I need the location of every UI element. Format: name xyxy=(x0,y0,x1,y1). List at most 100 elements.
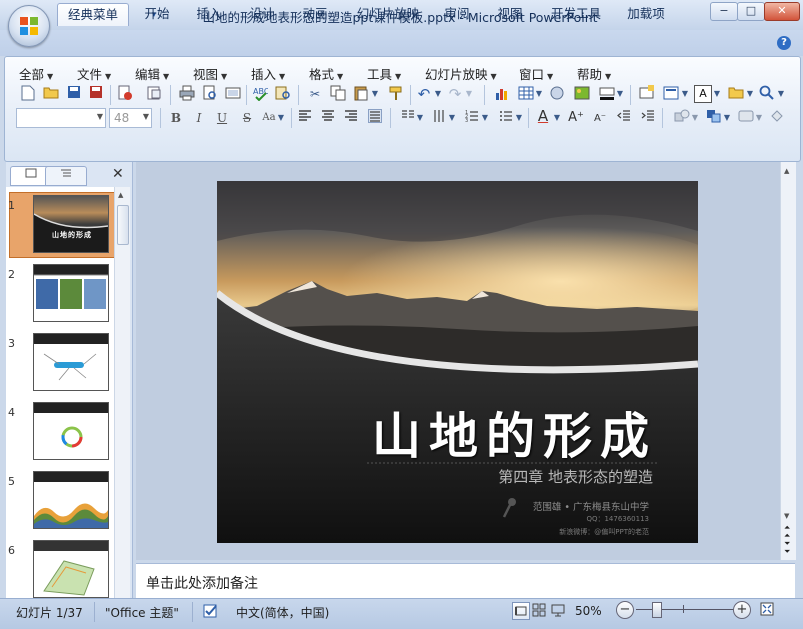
shrink-font-icon[interactable]: A⁻ xyxy=(591,110,609,128)
decrease-indent-icon[interactable] xyxy=(615,109,633,127)
menu-tools[interactable]: 工具 ▼ xyxy=(367,64,401,82)
slide-thumbnail-2[interactable] xyxy=(33,264,109,322)
chevron-down-icon[interactable]: ▼ xyxy=(415,109,425,127)
tab-developer[interactable]: 开发工具 xyxy=(545,3,607,25)
chevron-down-icon[interactable]: ▼ xyxy=(680,85,690,103)
language-status[interactable]: 中文(简体，中国) xyxy=(236,604,329,621)
line-color-icon[interactable] xyxy=(598,85,616,103)
tab-review[interactable]: 审阅 xyxy=(436,3,478,25)
shadow-icon[interactable]: S xyxy=(238,109,256,127)
menu-window[interactable]: 窗口 ▼ xyxy=(519,64,553,82)
font-color-icon[interactable]: A xyxy=(534,107,552,125)
slide-sorter-icon[interactable] xyxy=(531,602,547,618)
theme-status[interactable]: "Office 主题" xyxy=(105,604,179,621)
zoom-level[interactable]: 50% xyxy=(575,604,602,618)
spell-check-icon[interactable] xyxy=(203,603,219,619)
scroll-up-icon[interactable]: ▲ xyxy=(784,167,789,175)
save-toolbar-icon[interactable] xyxy=(65,85,83,103)
chevron-down-icon[interactable]: ▼ xyxy=(754,109,764,127)
print-icon[interactable] xyxy=(178,85,196,103)
menu-help[interactable]: 帮助 ▼ xyxy=(577,64,611,82)
chevron-down-icon[interactable]: ▼ xyxy=(690,109,700,127)
new-slide-icon[interactable] xyxy=(638,85,656,103)
chevron-down-icon[interactable]: ▼ xyxy=(776,85,786,103)
menu-file[interactable]: 文件 ▼ xyxy=(77,64,111,82)
align-center-icon[interactable] xyxy=(319,109,337,127)
chevron-down-icon[interactable]: ▼ xyxy=(745,85,755,103)
quick-styles-icon[interactable] xyxy=(737,109,755,127)
zoom-slider-thumb[interactable] xyxy=(652,602,662,618)
justify-icon[interactable] xyxy=(366,109,384,127)
font-size-combo[interactable]: 48 ▼ xyxy=(109,108,152,128)
close-button[interactable]: ✕ xyxy=(764,2,800,21)
underline-icon[interactable]: U xyxy=(213,109,231,127)
scroll-up-icon[interactable]: ▲ xyxy=(118,191,123,199)
outline-tab[interactable] xyxy=(45,166,87,186)
arrange-icon[interactable] xyxy=(705,109,723,127)
scroll-down-icon[interactable]: ▼ xyxy=(784,512,789,520)
close-panel-icon[interactable]: ✕ xyxy=(112,166,124,182)
thumbnail-scrollbar[interactable]: ▲ xyxy=(114,187,130,599)
numbering-icon[interactable]: 123 xyxy=(463,109,481,127)
slideshow-view-icon[interactable] xyxy=(550,602,566,618)
chevron-down-icon[interactable]: ▼ xyxy=(722,109,732,127)
new-file-icon[interactable] xyxy=(19,85,37,103)
save-as-icon[interactable] xyxy=(88,85,106,103)
chevron-down-icon[interactable]: ▼ xyxy=(464,85,474,103)
bold-icon[interactable]: B xyxy=(167,109,185,127)
menu-format[interactable]: 格式 ▼ xyxy=(309,64,343,82)
fit-to-window-icon[interactable] xyxy=(760,602,774,616)
format-painter-icon[interactable] xyxy=(387,85,405,103)
chevron-down-icon[interactable]: ▼ xyxy=(615,85,625,103)
current-slide[interactable]: 山地的形成 第四章 地表形态的塑造 范围雄 • 广东梅县东山中学 QQ：1476… xyxy=(217,181,698,543)
undo-toolbar-icon[interactable]: ↶ xyxy=(415,85,433,103)
italic-icon[interactable]: I xyxy=(190,109,208,127)
insert-picture-icon[interactable] xyxy=(573,85,591,103)
permission-icon[interactable] xyxy=(116,85,134,103)
slide-scrollbar[interactable]: ▲ ▼ ⏶ ⏶ ⏷ ⏷ xyxy=(780,162,796,560)
tab-slideshow[interactable]: 幻灯片放映 xyxy=(352,3,424,25)
insert-object-icon[interactable] xyxy=(548,85,566,103)
slide-subtitle[interactable]: 第四章 地表形态的塑造 xyxy=(427,466,653,487)
page-setup-icon[interactable] xyxy=(224,85,242,103)
grow-font-icon[interactable]: A⁺ xyxy=(567,109,585,127)
notes-pane[interactable]: 单击此处添加备注 xyxy=(136,563,795,599)
chevron-down-icon[interactable]: ▼ xyxy=(433,85,443,103)
slide-thumbnail-4[interactable] xyxy=(33,402,109,460)
print-preview-icon[interactable] xyxy=(201,85,219,103)
slide-thumbnail-1[interactable]: 山地的形成 xyxy=(33,195,109,253)
chevron-down-icon[interactable]: ▼ xyxy=(534,85,544,103)
minimize-button[interactable]: − xyxy=(710,2,738,21)
copy-icon[interactable] xyxy=(329,85,347,103)
insert-table-icon[interactable] xyxy=(517,85,535,103)
align-right-icon[interactable] xyxy=(342,109,360,127)
bullets-icon[interactable] xyxy=(497,109,515,127)
office-button[interactable] xyxy=(8,5,50,47)
research-icon[interactable] xyxy=(274,85,292,103)
text-box-icon[interactable]: A xyxy=(694,85,712,103)
chevron-down-icon[interactable]: ▼ xyxy=(370,85,380,103)
shapes-icon[interactable] xyxy=(673,109,691,127)
zoom-in-icon[interactable]: + xyxy=(733,601,751,619)
normal-view-icon[interactable] xyxy=(512,602,530,620)
zoom-slider-track[interactable] xyxy=(636,609,734,610)
paste-icon[interactable] xyxy=(352,85,370,103)
spelling-icon[interactable]: ABC xyxy=(251,85,270,103)
slide-layout-icon[interactable] xyxy=(662,85,680,103)
chevron-down-icon[interactable]: ▼ xyxy=(712,85,722,103)
align-left-icon[interactable] xyxy=(296,109,314,127)
tab-classic-menu[interactable]: 经典菜单 xyxy=(57,3,129,26)
insert-chart-icon[interactable] xyxy=(493,85,511,103)
next-slide-icon[interactable]: ⏷ ⏷ xyxy=(784,540,790,556)
tab-view[interactable]: 视图 xyxy=(489,3,531,25)
menu-slideshow[interactable]: 幻灯片放映 ▼ xyxy=(425,64,497,82)
text-direction-icon[interactable] xyxy=(430,109,448,127)
search-icon[interactable] xyxy=(758,85,776,103)
slide-thumbnail-5[interactable] xyxy=(33,471,109,529)
slide-thumbnail-3[interactable] xyxy=(33,333,109,391)
previous-slide-icon[interactable]: ⏶ ⏶ xyxy=(784,524,790,540)
fill-color-icon[interactable] xyxy=(768,109,786,127)
scroll-thumb[interactable] xyxy=(117,205,129,245)
tab-insert[interactable]: 插入 xyxy=(188,3,230,25)
zoom-out-icon[interactable]: − xyxy=(616,601,634,619)
